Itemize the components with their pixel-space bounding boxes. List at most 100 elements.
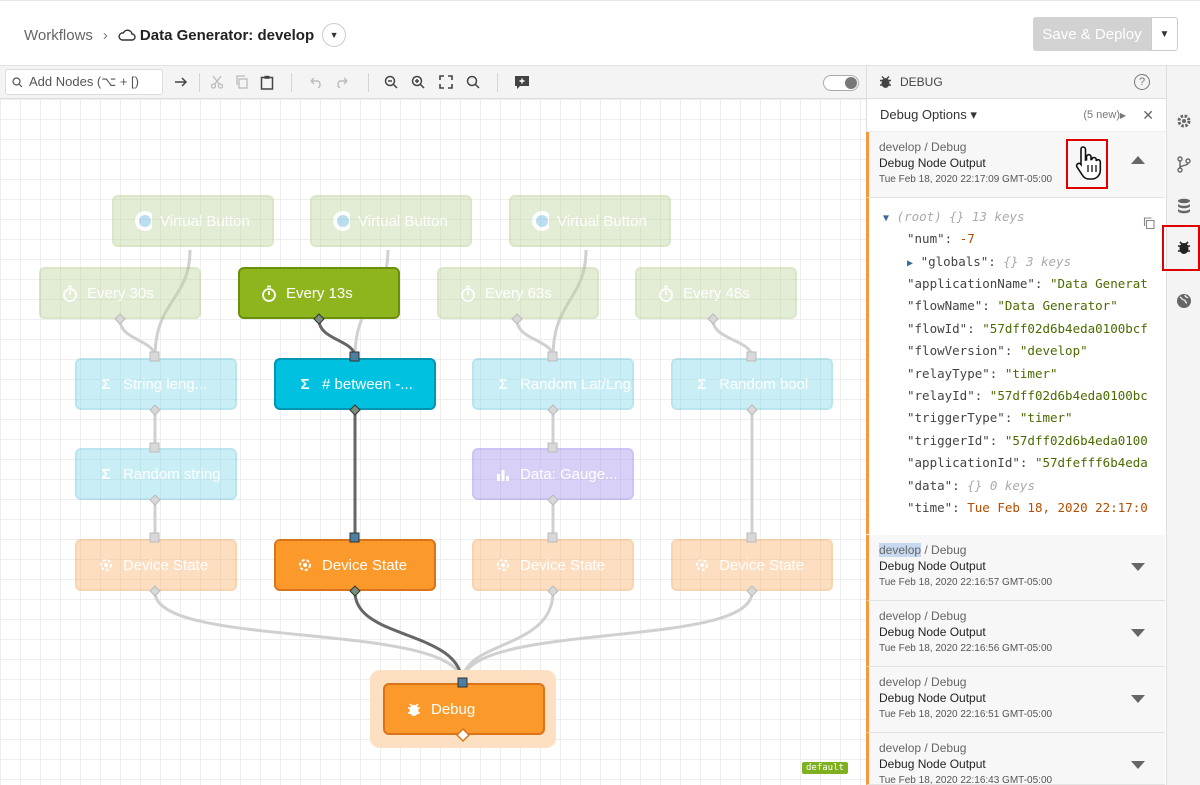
message-name: Debug Node Output bbox=[879, 757, 986, 771]
undo-icon[interactable] bbox=[305, 72, 325, 92]
json-key-count: 13 keys bbox=[971, 209, 1025, 224]
toggle-knob bbox=[845, 77, 857, 89]
json-key: "relayId": bbox=[907, 388, 983, 403]
redo-icon[interactable] bbox=[333, 72, 353, 92]
breadcrumb-separator: › bbox=[102, 26, 108, 44]
toolbar-divider bbox=[291, 73, 292, 92]
node-virtual-button[interactable]: Virtual Button bbox=[310, 195, 472, 247]
node-label: Virtual Button bbox=[557, 212, 647, 230]
node-function[interactable]: Σ Random string bbox=[75, 448, 237, 500]
debug-message[interactable]: develop / Debug Debug Node Output Tue Fe… bbox=[866, 601, 1165, 667]
expand-chevron-icon[interactable] bbox=[1131, 695, 1145, 703]
deploy-options-dropdown[interactable]: ▼ bbox=[1151, 17, 1178, 51]
editor-toolbar: Add Nodes (⌥ + [) bbox=[0, 66, 866, 99]
comment-icon[interactable] bbox=[512, 72, 532, 92]
debug-message[interactable]: develop / Debug Debug Node Output Tue Fe… bbox=[866, 535, 1165, 601]
node-timer[interactable]: Every 48s bbox=[635, 267, 797, 319]
copy-icon[interactable] bbox=[1143, 217, 1155, 229]
zoom-out-icon[interactable] bbox=[381, 72, 401, 92]
node-label: Device State bbox=[719, 556, 805, 574]
node-timer[interactable]: Every 30s bbox=[39, 267, 201, 319]
json-value: "timer" bbox=[1004, 366, 1058, 381]
json-key: "flowVersion": bbox=[907, 343, 1013, 358]
message-path-rest: / Debug bbox=[921, 675, 967, 689]
globe-icon[interactable] bbox=[1175, 292, 1193, 310]
json-key: "flowId": bbox=[907, 321, 975, 336]
copy-icon[interactable] bbox=[232, 72, 252, 92]
expand-triangle-icon[interactable]: ▶ bbox=[907, 258, 913, 269]
search-icon bbox=[12, 76, 23, 87]
json-viewer: ▼ (root) {} 13 keys "num": -7 ▶ "globals… bbox=[866, 198, 1166, 534]
node-label: Device State bbox=[520, 556, 606, 574]
breadcrumb: Workflows › Data Generator: develop ▼ bbox=[24, 23, 347, 47]
node-virtual-button[interactable]: Virtual Button bbox=[509, 195, 671, 247]
node-function-active[interactable]: Σ # between -... bbox=[274, 358, 436, 410]
message-branch: develop bbox=[879, 741, 922, 755]
message-path: develop / Debug bbox=[879, 543, 966, 557]
breadcrumb-workflows-link[interactable]: Workflows bbox=[24, 27, 93, 44]
sigma-icon: Σ bbox=[498, 375, 508, 393]
node-device-state-active[interactable]: Device State bbox=[274, 539, 436, 591]
toolbar-divider bbox=[368, 73, 369, 92]
stopwatch-icon bbox=[657, 285, 675, 302]
message-time: Tue Feb 18, 2020 22:16:56 GMT-05:00 bbox=[879, 643, 1053, 654]
debug-message[interactable]: develop / Debug Debug Node Output Tue Fe… bbox=[866, 667, 1165, 733]
message-name: Debug Node Output bbox=[879, 156, 986, 170]
debug-message[interactable]: develop / Debug Debug Node Output Tue Fe… bbox=[866, 132, 1165, 198]
message-path: develop / Debug bbox=[879, 741, 966, 755]
save-deploy-button[interactable]: Save & Deploy bbox=[1033, 17, 1151, 51]
json-key-count: 0 keys bbox=[989, 478, 1035, 493]
collapse-triangle-icon[interactable]: ▼ bbox=[883, 213, 889, 224]
paste-icon[interactable] bbox=[257, 72, 277, 92]
help-icon[interactable]: ? bbox=[1134, 74, 1150, 90]
branch-icon[interactable] bbox=[1175, 155, 1193, 173]
sigma-icon: Σ bbox=[101, 375, 111, 393]
expand-chevron-icon[interactable] bbox=[1131, 563, 1145, 571]
debug-options-dropdown[interactable]: Debug Options ▾ bbox=[880, 107, 977, 123]
expand-chevron-icon[interactable] bbox=[1131, 761, 1145, 769]
node-virtual-button[interactable]: Virtual Button bbox=[112, 195, 274, 247]
node-device-state[interactable]: Device State bbox=[671, 539, 833, 591]
play-icon[interactable]: ▶ bbox=[1120, 111, 1126, 120]
json-value: "timer" bbox=[1019, 410, 1073, 425]
node-label: Every 63s bbox=[485, 284, 552, 302]
node-function[interactable]: Σ String leng... bbox=[75, 358, 237, 410]
new-messages-count[interactable]: (5 new) bbox=[1083, 109, 1120, 121]
zoom-reset-icon[interactable] bbox=[463, 72, 483, 92]
sigma-icon: Σ bbox=[101, 465, 111, 483]
debug-message[interactable]: develop / Debug Debug Node Output Tue Fe… bbox=[866, 733, 1165, 785]
message-path-rest: / Debug bbox=[921, 543, 967, 557]
node-function[interactable]: Σ Random Lat/Lng bbox=[472, 358, 634, 410]
node-device-state[interactable]: Device State bbox=[75, 539, 237, 591]
message-time: Tue Feb 18, 2020 22:16:51 GMT-05:00 bbox=[879, 709, 1053, 720]
debug-panel-title: DEBUG bbox=[900, 75, 943, 89]
node-gauge[interactable]: Data: Gauge... bbox=[472, 448, 634, 500]
node-function[interactable]: Σ Random bool bbox=[671, 358, 833, 410]
node-timer[interactable]: Every 63s bbox=[437, 267, 599, 319]
json-root-label: (root) bbox=[896, 209, 942, 224]
zoom-in-icon[interactable] bbox=[408, 72, 428, 92]
expand-chevron-icon[interactable] bbox=[1131, 629, 1145, 637]
workflow-version-dropdown[interactable]: ▼ bbox=[322, 23, 347, 47]
node-label: Device State bbox=[322, 556, 408, 574]
fit-icon[interactable] bbox=[436, 72, 456, 92]
database-icon[interactable] bbox=[1175, 197, 1193, 215]
message-path: develop / Debug bbox=[879, 609, 966, 623]
message-branch: develop bbox=[879, 543, 922, 557]
message-branch: develop bbox=[879, 675, 922, 689]
debug-toggle[interactable] bbox=[823, 75, 859, 91]
clear-messages-button[interactable]: ✕ bbox=[1142, 107, 1154, 124]
arrow-right-icon[interactable] bbox=[171, 72, 191, 92]
node-label: Data: Gauge... bbox=[520, 465, 618, 483]
add-nodes-search[interactable]: Add Nodes (⌥ + [) bbox=[5, 69, 163, 95]
gear-icon[interactable] bbox=[1175, 112, 1193, 130]
collapse-chevron-icon[interactable] bbox=[1131, 156, 1145, 164]
node-device-state[interactable]: Device State bbox=[472, 539, 634, 591]
message-path: develop / Debug bbox=[879, 140, 966, 154]
node-debug[interactable]: Debug bbox=[383, 683, 545, 735]
node-timer-active[interactable]: Every 13s bbox=[238, 267, 400, 319]
debug-options-bar: Debug Options ▾ (5 new) ▶ ✕ bbox=[867, 99, 1166, 132]
node-label: Every 48s bbox=[683, 284, 750, 302]
node-label: Random bool bbox=[719, 375, 809, 393]
cut-icon[interactable] bbox=[207, 72, 227, 92]
